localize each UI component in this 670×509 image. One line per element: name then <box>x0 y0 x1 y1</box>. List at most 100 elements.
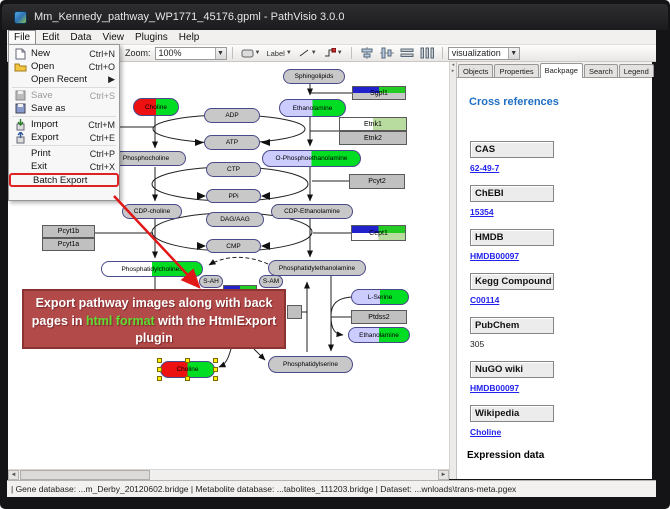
node-phosphatidylcholines[interactable]: Phosphatidylcholines <box>101 261 203 277</box>
scroll-right-icon[interactable]: ► <box>438 470 449 480</box>
xref-section-kegg-compound: Kegg Compound <box>470 273 554 290</box>
tab-search[interactable]: Search <box>584 64 618 77</box>
node-cmp[interactable]: CMP <box>206 239 261 253</box>
chevron-down-icon[interactable]: ▼ <box>255 50 261 56</box>
backpage-sidebar: ObjectsPropertiesBackpageSearchLegend Cr… <box>457 62 652 479</box>
menu-separator <box>12 145 116 146</box>
chevron-down-icon[interactable]: ▼ <box>508 48 519 59</box>
chevron-down-icon[interactable]: ▼ <box>337 50 343 56</box>
line-tool-button[interactable]: ▼ <box>295 46 320 60</box>
title-bar[interactable]: Mm_Kennedy_pathway_WP1771_45176.gpml - P… <box>2 4 668 30</box>
file-menu-item-import[interactable]: ImportCtrl+M <box>9 118 119 131</box>
menu-edit[interactable]: Edit <box>37 31 64 44</box>
file-menu-item-new[interactable]: NewCtrl+N <box>9 47 119 60</box>
selection-handle[interactable] <box>157 358 162 363</box>
xref-value-hmdb[interactable]: HMDB00097 <box>470 251 519 261</box>
align-center-button[interactable] <box>357 46 377 60</box>
node-dag-aag[interactable]: DAG/AAG <box>206 212 264 227</box>
node-pcyt1a[interactable]: Pcyt1a <box>42 238 95 251</box>
menu-plugins[interactable]: Plugins <box>130 31 173 44</box>
node-pcyt1b[interactable]: Pcyt1b <box>42 225 95 238</box>
node-sphingolipids[interactable]: Sphingolipids <box>283 69 345 84</box>
menu-item-label: Open Recent <box>31 74 87 85</box>
node-ctp[interactable]: CTP <box>206 162 261 177</box>
file-menu-item-exit[interactable]: ExitCtrl+X <box>9 160 119 173</box>
node-cdp-ethanolamine[interactable]: CDP-Ethanolamine <box>271 204 353 219</box>
status-text: | Gene database: ...m_Derby_20120602.bri… <box>11 484 516 494</box>
zoom-combobox[interactable]: 100% ▼ <box>155 47 227 60</box>
chevron-down-icon[interactable]: ▼ <box>286 50 292 56</box>
node-cdp-choline[interactable]: CDP-choline <box>122 204 182 219</box>
sidebar-tabs: ObjectsPropertiesBackpageSearchLegend <box>457 62 652 78</box>
menu-item-shortcut: ▶ <box>108 74 115 85</box>
tab-properties[interactable]: Properties <box>494 64 538 77</box>
file-menu-item-open-recent[interactable]: Open Recent ▶ <box>9 73 119 86</box>
node-s-am[interactable]: S-AM <box>259 275 283 288</box>
file-menu-item-export[interactable]: ExportCtrl+E <box>9 131 119 144</box>
file-menu-item-open[interactable]: OpenCtrl+O <box>9 60 119 73</box>
node-etnk1[interactable]: Etnk1 <box>339 117 407 131</box>
tab-objects[interactable]: Objects <box>458 64 493 77</box>
node-ethanolamine-top[interactable]: Ethanolamine <box>279 99 346 117</box>
connector-tool-button[interactable]: ▼ <box>320 46 346 60</box>
selection-handle[interactable] <box>213 376 218 381</box>
xref-value-wikipedia[interactable]: Choline <box>470 427 501 437</box>
xref-value-chebi[interactable]: 15354 <box>470 207 494 217</box>
file-menu-item-batch-export[interactable]: Batch Export <box>9 173 119 187</box>
tab-backpage[interactable]: Backpage <box>540 63 583 78</box>
selection-handle[interactable] <box>185 358 190 363</box>
node-sgpl1[interactable]: Sgpl1 <box>352 86 406 100</box>
node-choline-top[interactable]: Choline <box>133 98 179 116</box>
node-s-ah[interactable]: S-AH <box>199 275 223 288</box>
scroll-left-icon[interactable]: ◄ <box>8 470 19 480</box>
file-menu-item-save[interactable]: SaveCtrl+S <box>9 89 119 102</box>
menu-item-shortcut: Ctrl+N <box>89 49 115 59</box>
file-menu-item-save-as[interactable]: Save as <box>9 102 119 115</box>
xref-value-kegg-compound[interactable]: C00114 <box>470 295 499 305</box>
node-phosphatidylethanolamine[interactable]: Phosphatidylethanolamine <box>268 260 366 276</box>
selection-handle[interactable] <box>213 358 218 363</box>
menu-file[interactable]: File <box>8 30 36 45</box>
selection-handle[interactable] <box>157 376 162 381</box>
node-ppi[interactable]: PPi <box>206 189 261 203</box>
scrollbar-thumb[interactable] <box>20 470 150 480</box>
selection-handle[interactable] <box>213 367 218 372</box>
node-pcyt2[interactable]: Pcyt2 <box>349 174 405 189</box>
menu-item-shortcut: Ctrl+M <box>88 120 115 130</box>
node-cept1[interactable]: Cept1 <box>351 225 406 241</box>
xref-value-nugo-wiki[interactable]: HMDB00097 <box>470 383 519 393</box>
chevron-down-icon[interactable]: ▼ <box>311 50 317 56</box>
no-icon <box>12 74 28 85</box>
visualization-combobox[interactable]: visualization ▼ <box>448 47 520 60</box>
xref-value-cas[interactable]: 62-49-7 <box>470 163 499 173</box>
node-ethanolamine-lower[interactable]: Ethanolamine <box>348 327 410 343</box>
xref-section-nugo-wiki: NuGO wiki <box>470 361 554 378</box>
node-ptdss2[interactable]: Ptdss2 <box>351 310 407 324</box>
menu-item-label: Open <box>31 61 54 72</box>
node-atp[interactable]: ATP <box>204 135 260 150</box>
selection-handle[interactable] <box>157 367 162 372</box>
menu-item-shortcut: Ctrl+S <box>90 91 115 101</box>
label-button[interactable]: Label ▼ <box>263 46 294 60</box>
node-pisd-partial[interactable] <box>287 305 302 319</box>
chevron-down-icon[interactable]: ▼ <box>215 48 226 59</box>
canvas-horizontal-scrollbar[interactable]: ◄ ► <box>8 469 449 480</box>
menu-view[interactable]: View <box>97 31 129 44</box>
file-menu-item-print[interactable]: PrintCtrl+P <box>9 147 119 160</box>
node-o-phosphoethanolamine[interactable]: O-Phosphoethanolamine <box>262 150 361 167</box>
node-adp[interactable]: ADP <box>204 108 260 123</box>
panel-splitter[interactable]: ◂▸ <box>449 62 457 479</box>
tab-legend[interactable]: Legend <box>619 64 654 77</box>
distribute-vertical-button[interactable] <box>417 46 437 60</box>
node-etnk2[interactable]: Etnk2 <box>339 131 407 145</box>
align-middle-button[interactable] <box>377 46 397 60</box>
menu-help[interactable]: Help <box>174 31 205 44</box>
datanode-button[interactable]: ▼ <box>238 46 264 60</box>
zoom-label: Zoom: <box>125 48 151 58</box>
node-l-serine[interactable]: L-Serine <box>351 289 409 305</box>
selection-handle[interactable] <box>185 376 190 381</box>
menu-data[interactable]: Data <box>65 31 96 44</box>
pathvisio-app-icon <box>14 11 27 24</box>
node-phosphatidylserine[interactable]: Phosphatidylserine <box>268 356 353 373</box>
distribute-horizontal-button[interactable] <box>397 46 417 60</box>
